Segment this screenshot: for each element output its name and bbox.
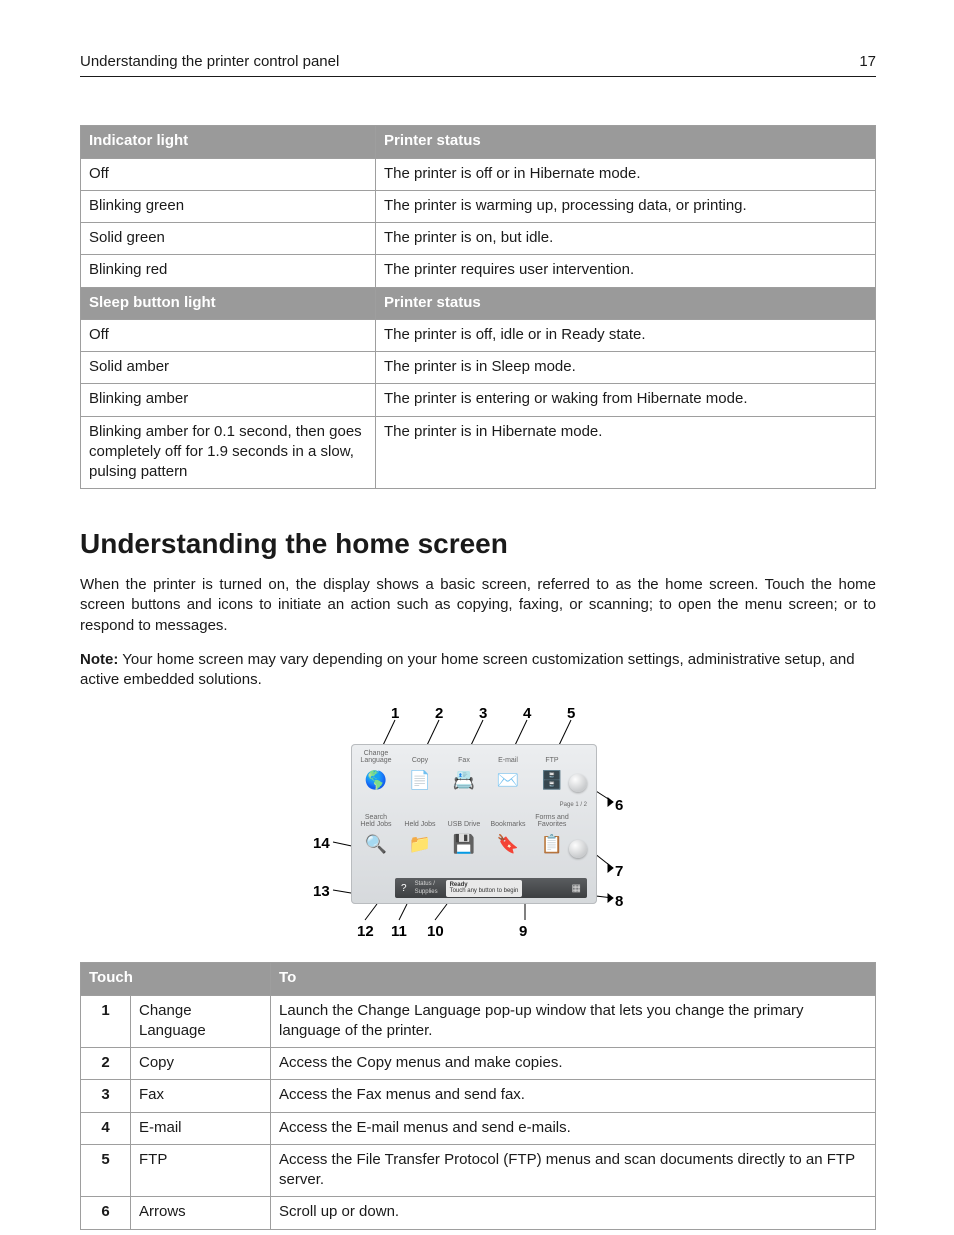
search-icon: 🔍 [362, 830, 390, 858]
folder-icon: 📁 [406, 830, 434, 858]
status-ready-pill: Ready Touch any button to begin [446, 880, 523, 897]
tile-fax: Fax📇 [445, 750, 483, 794]
form-icon: 📋 [538, 830, 566, 858]
help-icon: ? [401, 882, 407, 896]
status-bar: ? Status / Supplies Ready Touch any butt… [395, 878, 587, 898]
envelope-icon: ✉️ [494, 766, 522, 794]
table-row: 6ArrowsScroll up or down. [81, 1197, 876, 1229]
indicator-col-header: Indicator light [81, 126, 376, 158]
status-supplies-label: Status / Supplies [415, 880, 438, 896]
table-row: Solid greenThe printer is on, but idle. [81, 223, 876, 255]
table-row: Blinking amberThe printer is entering or… [81, 384, 876, 416]
running-header: Understanding the printer control panel … [80, 52, 876, 77]
table-row: OffThe printer is off, idle or in Ready … [81, 319, 876, 351]
arrow-up-icon [569, 774, 587, 792]
table-row: 3FaxAccess the Fax menus and send fax. [81, 1080, 876, 1112]
tile-forms-favorites: Forms and Favorites📋 [533, 814, 571, 858]
tile-copy: Copy📄 [401, 750, 439, 794]
globe-icon: 🌎 [362, 766, 390, 794]
table-header-row: Indicator light Printer status [81, 126, 876, 158]
indicator-light-table: Indicator light Printer status OffThe pr… [80, 125, 876, 489]
status-col-header: Printer status [376, 126, 876, 158]
tile-ftp: FTP🗄️ [533, 750, 571, 794]
tile-bookmarks: Bookmarks🔖 [489, 814, 527, 858]
home-screen-mock: Change Language🌎 Copy📄 Fax📇 E-mail✉️ FTP… [351, 744, 597, 904]
table-row: Solid amberThe printer is in Sleep mode. [81, 352, 876, 384]
copy-icon: 📄 [406, 766, 434, 794]
tile-held-jobs: Held Jobs📁 [401, 814, 439, 858]
drawer-icon: 🗄️ [538, 766, 566, 794]
table-row: Blinking redThe printer requires user in… [81, 255, 876, 287]
table-row: 4E-mailAccess the E-mail menus and send … [81, 1112, 876, 1144]
home-screen-figure: 1 2 3 4 5 6 7 8 14 13 12 11 10 9 [80, 704, 876, 944]
to-col-header: To [271, 963, 876, 995]
tile-usb-drive: USB Drive💾 [445, 814, 483, 858]
status-ready-top: Ready [450, 882, 468, 888]
section-heading: Understanding the home screen [80, 525, 876, 563]
fax-icon: 📇 [450, 766, 478, 794]
tile-search-held-jobs: Search Held Jobs🔍 [357, 814, 395, 858]
arrow-down-icon [569, 840, 587, 858]
intro-paragraph: When the printer is turned on, the displ… [80, 575, 876, 636]
note-body: Your home screen may vary depending on y… [80, 651, 855, 688]
status-ready-bottom: Touch any button to begin [450, 888, 519, 894]
table-row: 1Change LanguageLaunch the Change Langua… [81, 995, 876, 1048]
note-paragraph: Note: Your home screen may vary dependin… [80, 650, 876, 691]
page-number: 17 [859, 52, 876, 72]
tile-email: E-mail✉️ [489, 750, 527, 794]
usb-icon: 💾 [450, 830, 478, 858]
table-row: OffThe printer is off or in Hibernate mo… [81, 158, 876, 190]
sleep-col-header: Sleep button light [81, 287, 376, 319]
table-header-row: Sleep button light Printer status [81, 287, 876, 319]
touch-table: Touch To 1Change LanguageLaunch the Chan… [80, 962, 876, 1229]
page-indicator: Page 1 / 2 [560, 802, 587, 808]
running-header-title: Understanding the printer control panel [80, 52, 339, 72]
table-row: 5FTPAccess the File Transfer Protocol (F… [81, 1144, 876, 1197]
table-header-row: Touch To [81, 963, 876, 995]
table-row: Blinking amber for 0.1 second, then goes… [81, 416, 876, 489]
table-row: Blinking greenThe printer is warming up,… [81, 190, 876, 222]
touch-col-header: Touch [81, 963, 271, 995]
tile-change-language: Change Language🌎 [357, 750, 395, 794]
bookmark-icon: 🔖 [494, 830, 522, 858]
note-label: Note: [80, 651, 118, 668]
status-col-header: Printer status [376, 287, 876, 319]
keypad-icon: ▦ [572, 882, 581, 896]
table-row: 2CopyAccess the Copy menus and make copi… [81, 1048, 876, 1080]
